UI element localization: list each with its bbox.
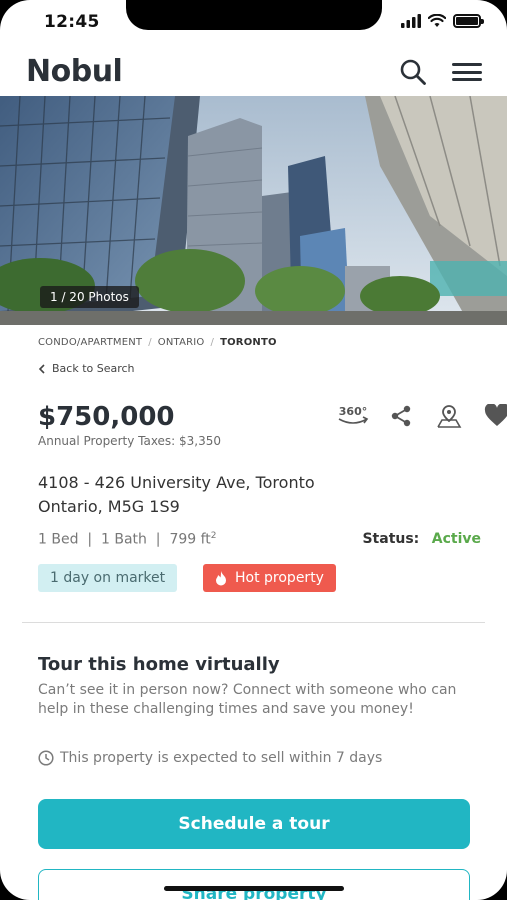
phone-screen: 12:45 Nobul 1 / 20 Photos CONDO/APARTMEN… bbox=[0, 0, 507, 900]
address-line-1: 4108 - 426 University Ave, Toronto bbox=[38, 473, 315, 492]
spec-separator: | bbox=[151, 531, 165, 548]
schedule-tour-button[interactable]: Schedule a tour bbox=[38, 799, 470, 849]
sell-estimate-note: This property is expected to sell within… bbox=[38, 750, 382, 766]
back-link-label: Back to Search bbox=[52, 362, 135, 375]
status-bar: 12:45 bbox=[0, 0, 507, 44]
hot-property-label: Hot property bbox=[235, 570, 324, 586]
wifi-icon bbox=[428, 14, 446, 27]
photo-counter-badge[interactable]: 1 / 20 Photos bbox=[40, 286, 139, 308]
status-value: Active bbox=[431, 531, 481, 547]
square-footage: 799 ft bbox=[169, 531, 211, 548]
flame-icon bbox=[216, 570, 226, 585]
status-icons bbox=[401, 14, 484, 28]
favorite-button[interactable] bbox=[480, 404, 507, 428]
breadcrumb-separator: / bbox=[148, 337, 152, 348]
listing-price: $750,000 bbox=[38, 402, 175, 432]
heart-icon bbox=[484, 404, 507, 426]
property-photo[interactable]: 1 / 20 Photos bbox=[0, 96, 507, 325]
status-time: 12:45 bbox=[44, 12, 100, 32]
property-taxes: Annual Property Taxes: $3,350 bbox=[38, 434, 222, 448]
menu-button[interactable] bbox=[452, 58, 482, 86]
address-line-2: Ontario, M5G 1S9 bbox=[38, 497, 180, 516]
breadcrumb: CONDO/APARTMENT / ONTARIO / TORONTO bbox=[38, 337, 277, 348]
map-pin-icon bbox=[437, 405, 462, 428]
share-property-button[interactable]: Share property bbox=[38, 869, 470, 900]
beds: 1 Bed bbox=[38, 531, 79, 548]
listing-status: Status: Active bbox=[362, 531, 481, 547]
360-view-button[interactable]: 360° bbox=[336, 404, 370, 428]
listing-specs: 1 Bed | 1 Bath | 799 ft2 bbox=[38, 531, 217, 548]
spec-separator: | bbox=[82, 531, 97, 548]
days-on-market-chip: 1 day on market bbox=[38, 564, 178, 592]
baths: 1 Bath bbox=[101, 531, 147, 548]
listing-actions: 360° bbox=[336, 404, 507, 428]
back-to-search-link[interactable]: Back to Search bbox=[38, 362, 135, 375]
breadcrumb-current: TORONTO bbox=[220, 337, 277, 348]
share-icon bbox=[391, 405, 411, 427]
battery-icon bbox=[453, 14, 484, 28]
section-divider bbox=[22, 622, 485, 623]
chevron-left-icon bbox=[38, 363, 45, 374]
map-button[interactable] bbox=[432, 404, 466, 428]
breadcrumb-item[interactable]: CONDO/APARTMENT bbox=[38, 337, 142, 348]
hamburger-icon bbox=[452, 63, 482, 66]
search-button[interactable] bbox=[398, 58, 428, 86]
sell-note-text: This property is expected to sell within… bbox=[60, 750, 383, 766]
status-label: Status: bbox=[362, 531, 420, 547]
nobul-logo[interactable]: Nobul bbox=[26, 54, 123, 89]
app-header: Nobul bbox=[0, 44, 507, 96]
search-icon bbox=[400, 59, 426, 85]
tour-description: Can’t see it in person now? Connect with… bbox=[38, 682, 457, 717]
clock-icon bbox=[38, 750, 54, 766]
360-view-icon: 360° bbox=[338, 405, 369, 424]
square-footage-unit-sup: 2 bbox=[210, 531, 217, 541]
notch bbox=[126, 0, 382, 30]
share-button[interactable] bbox=[384, 404, 418, 428]
listing-address: 4108 - 426 University Ave, Toronto Ontar… bbox=[38, 471, 315, 519]
breadcrumb-item[interactable]: ONTARIO bbox=[158, 337, 205, 348]
hot-property-chip: Hot property bbox=[203, 564, 336, 592]
breadcrumb-separator: / bbox=[210, 337, 215, 348]
signal-icon bbox=[401, 14, 421, 28]
360-label: 360° bbox=[339, 405, 367, 418]
home-indicator[interactable] bbox=[164, 886, 344, 891]
tour-section-title: Tour this home virtually bbox=[38, 654, 280, 675]
